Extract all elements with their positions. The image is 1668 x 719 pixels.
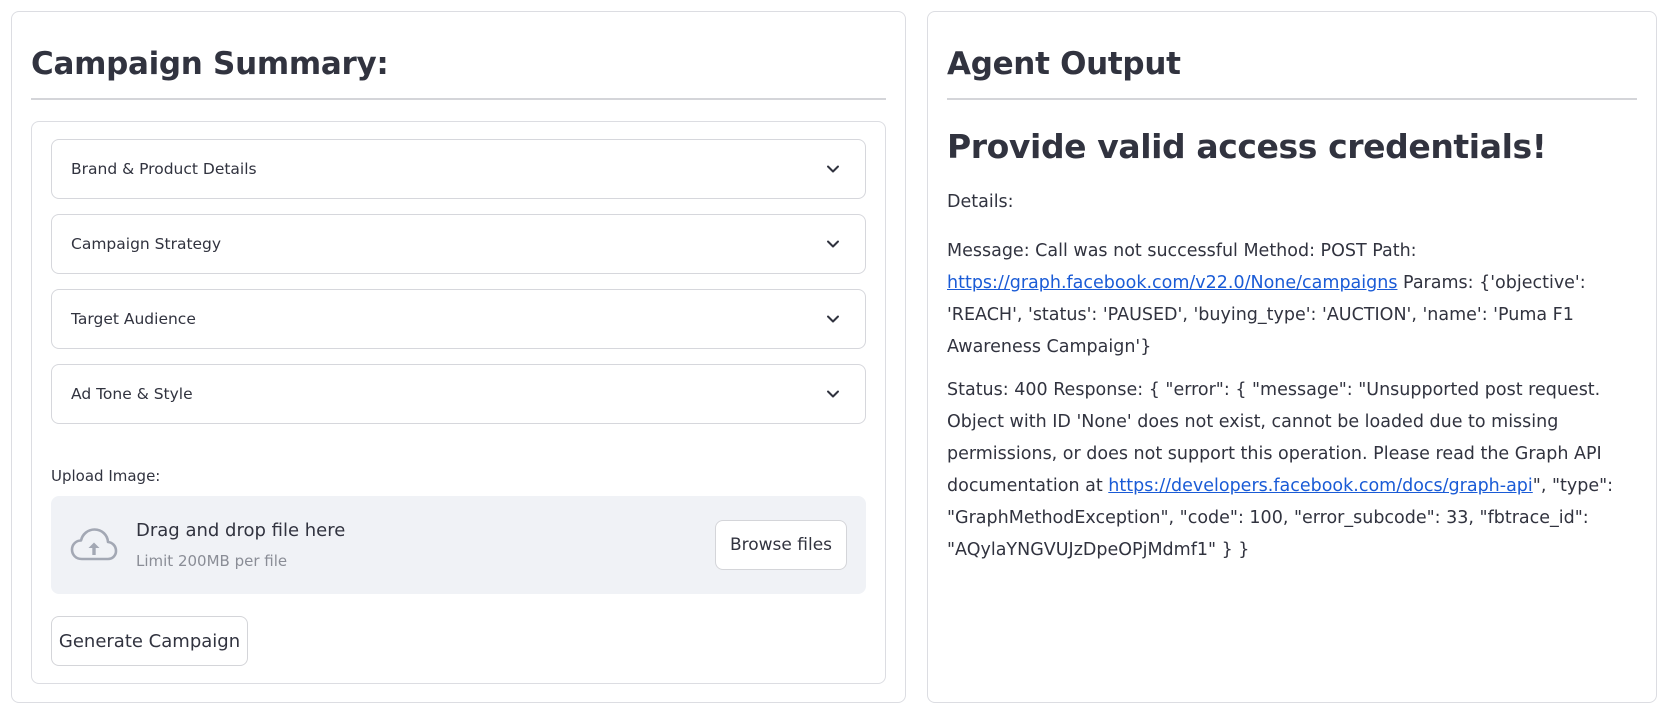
file-dropzone[interactable]: Drag and drop file here Limit 200MB per … — [51, 496, 866, 594]
title-divider — [947, 98, 1637, 100]
graph-api-campaigns-link[interactable]: https://graph.facebook.com/v22.0/None/ca… — [947, 273, 1397, 293]
chevron-down-icon — [827, 390, 839, 398]
title-divider — [31, 98, 886, 100]
chevron-down-icon — [827, 315, 839, 323]
expander-target-audience[interactable]: Target Audience — [51, 289, 866, 349]
expander-label: Target Audience — [71, 310, 196, 328]
graph-api-docs-link[interactable]: https://developers.facebook.com/docs/gra… — [1108, 476, 1533, 496]
expander-label: Ad Tone & Style — [71, 385, 193, 403]
agent-output-title: Agent Output — [947, 46, 1181, 82]
error-status: Status: 400 Response: { "error": { "mess… — [947, 374, 1637, 566]
expander-label: Brand & Product Details — [71, 160, 257, 178]
error-message: Message: Call was not successful Method:… — [947, 235, 1637, 363]
expander-brand-product-details[interactable]: Brand & Product Details — [51, 139, 866, 199]
campaign-summary-title: Campaign Summary: — [31, 46, 389, 82]
expander-campaign-strategy[interactable]: Campaign Strategy — [51, 214, 866, 274]
file-size-limit: Limit 200MB per file — [136, 552, 288, 570]
campaign-form: Brand & Product Details Campaign Strateg… — [31, 121, 886, 684]
browse-files-button[interactable]: Browse files — [715, 520, 847, 570]
expander-ad-tone-style[interactable]: Ad Tone & Style — [51, 364, 866, 424]
message-prefix: Message: Call was not successful Method:… — [947, 241, 1417, 261]
expander-label: Campaign Strategy — [71, 235, 222, 253]
campaign-summary-panel: Campaign Summary: Brand & Product Detail… — [11, 11, 906, 703]
generate-campaign-button[interactable]: Generate Campaign — [51, 616, 248, 666]
error-heading: Provide valid access credentials! — [947, 127, 1547, 166]
agent-output-panel: Agent Output Provide valid access creden… — [927, 11, 1657, 703]
drop-title: Drag and drop file here — [136, 520, 346, 541]
chevron-down-icon — [827, 240, 839, 248]
details-label: Details: — [947, 192, 1014, 212]
chevron-down-icon — [827, 165, 839, 173]
cloud-upload-icon — [70, 528, 118, 561]
upload-image-label: Upload Image: — [51, 467, 161, 485]
